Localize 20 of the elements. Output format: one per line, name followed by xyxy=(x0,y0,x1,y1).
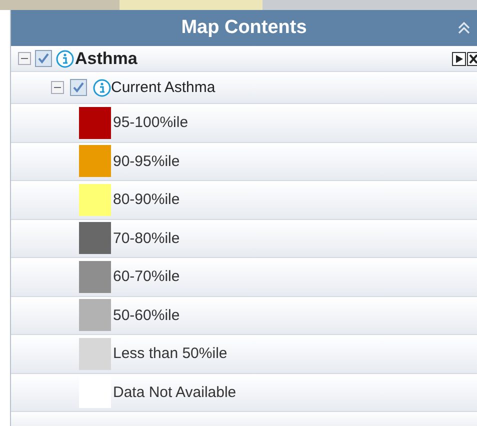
close-icon[interactable] xyxy=(467,52,477,66)
legend-label: 90-95%ile xyxy=(113,152,180,170)
info-icon[interactable] xyxy=(93,78,111,96)
legend-label: 60-70%ile xyxy=(113,268,180,286)
legend-label: Data Not Available xyxy=(113,384,236,401)
layer-name[interactable]: Asthma xyxy=(75,48,138,68)
checkbox[interactable] xyxy=(35,50,52,67)
legend-label: 70-80%ile xyxy=(113,230,180,247)
collapse-toggle-icon[interactable] xyxy=(51,81,64,94)
legend-label: Less than 50%ile xyxy=(113,345,228,362)
legend-label: 50-60%ile xyxy=(113,306,180,324)
collapse-toggle-icon[interactable] xyxy=(18,52,31,65)
panel-title: Map Contents xyxy=(181,17,307,39)
legend-label: 95-100%ile xyxy=(113,114,188,132)
collapse-icon[interactable] xyxy=(457,21,471,35)
sublayer-name[interactable]: Current Asthma xyxy=(111,79,216,96)
legend-label: 80-90%ile xyxy=(113,191,180,208)
play-icon[interactable] xyxy=(452,52,466,66)
checkbox[interactable] xyxy=(70,79,87,96)
info-icon[interactable] xyxy=(56,50,74,68)
